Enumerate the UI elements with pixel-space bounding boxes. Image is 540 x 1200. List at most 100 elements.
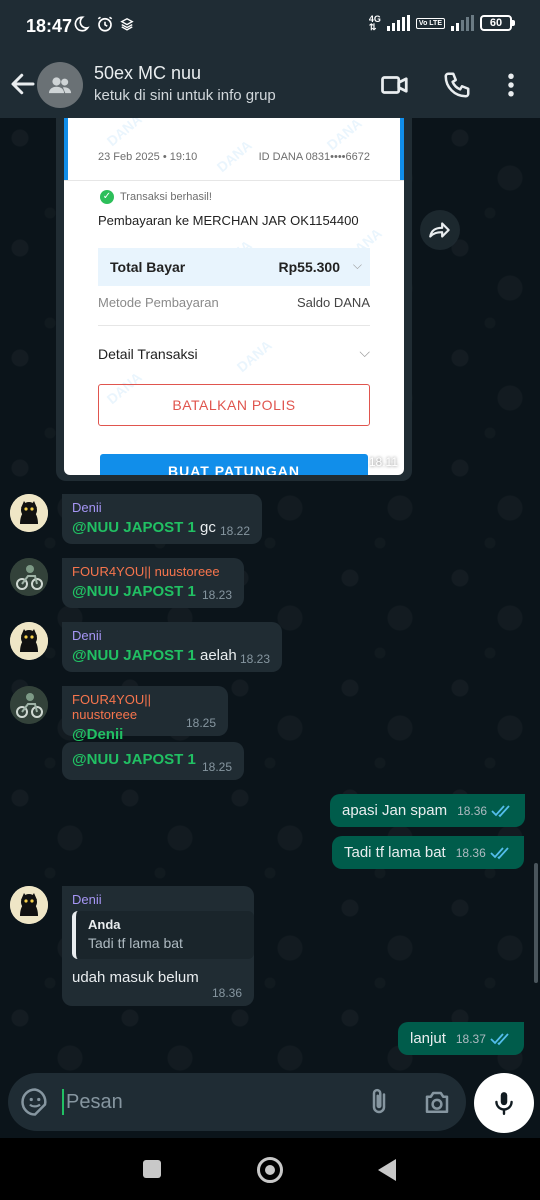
group-avatar[interactable] <box>37 62 83 108</box>
avatar-four4you[interactable] <box>10 686 48 724</box>
outgoing-message[interactable]: Tadi tf lama bat 18.36 <box>332 836 524 869</box>
total-label: Total Bayar <box>110 259 186 275</box>
cancel-policy-button: BATALKAN POLIS <box>98 384 370 426</box>
forward-button[interactable] <box>420 210 460 250</box>
read-ticks-icon <box>491 805 510 818</box>
avatar-denii[interactable] <box>10 494 48 532</box>
message-text: udah masuk belum <box>72 969 199 986</box>
status-text: Transaksi berhasil! <box>120 191 212 203</box>
message-text: lanjut <box>410 1030 446 1047</box>
message-bubble[interactable]: Denii @NUU JAPOST 1 aelah 18.23 <box>62 622 282 672</box>
outgoing-message[interactable]: lanjut 18.37 <box>398 1022 524 1055</box>
forward-icon <box>429 222 450 238</box>
battery-icon: 60 <box>480 15 515 31</box>
scrollbar[interactable] <box>534 863 538 983</box>
chevron-down-icon: ⌵ <box>359 344 370 360</box>
divider <box>64 180 404 181</box>
whatsapp-chat-screen: 18:47 4G ⇅ Vo LTE 60 50ex MC nuu ketuk di… <box>0 0 540 1200</box>
message-text: apasi Jan spam <box>342 802 448 819</box>
sender-name[interactable]: Denii <box>72 628 272 643</box>
signal-icon <box>386 15 410 31</box>
avatar-four4you[interactable] <box>10 558 48 596</box>
sticker-icon[interactable] <box>20 1087 50 1117</box>
message-time: 18.25 <box>185 716 216 730</box>
receipt-payment-to: Pembayaran ke MERCHAN JAR OK1154400 <box>98 213 359 228</box>
more-options-icon[interactable] <box>496 70 526 100</box>
total-value: Rp55.300 <box>278 259 340 275</box>
mention[interactable]: @NUU JAPOST 1 <box>72 647 196 664</box>
motorbike-avatar-icon <box>10 558 48 596</box>
quoted-text: Tadi tf lama bat <box>88 935 183 951</box>
attach-icon[interactable] <box>364 1087 394 1117</box>
alarm-icon <box>97 16 113 32</box>
avatar-denii[interactable] <box>10 886 48 924</box>
method-label: Metode Pembayaran <box>98 295 219 310</box>
status-right-icons: 4G ⇅ Vo LTE 60 <box>368 14 515 32</box>
group-name[interactable]: 50ex MC nuu <box>94 63 201 84</box>
mention[interactable]: @NUU JAPOST 1 <box>72 751 196 768</box>
receipt-dana-id: ID DANA 0831••••6672 <box>258 151 370 163</box>
avatar-denii[interactable] <box>10 622 48 660</box>
message-list[interactable]: DANA DANA DANA DANA DANA DANA DANA 23 Fe… <box>0 118 540 1080</box>
cat-avatar-icon <box>10 494 48 532</box>
network-type: 4G ⇅ <box>368 14 381 32</box>
sender-name[interactable]: FOUR4YOU|| nuustoreee <box>72 564 234 579</box>
status-bar: 18:47 4G ⇅ Vo LTE 60 <box>0 0 540 52</box>
back-arrow-icon[interactable] <box>8 69 38 99</box>
quoted-message[interactable]: Anda Tadi tf lama bat <box>72 911 254 959</box>
message-time: 18.25 <box>201 760 232 774</box>
message-bubble[interactable]: @NUU JAPOST 1 18.25 <box>62 742 244 780</box>
message-text: Tadi tf lama bat <box>344 844 446 861</box>
message-time: 18.36 <box>455 846 486 860</box>
voice-call-icon[interactable] <box>442 70 472 100</box>
message-time: 18.23 <box>201 588 232 602</box>
message-time: 18.11 <box>368 455 398 469</box>
status-time: 18:47 <box>26 16 73 36</box>
message-input[interactable]: Pesan <box>62 1089 123 1115</box>
read-ticks-icon <box>490 1033 509 1046</box>
motorbike-avatar-icon <box>10 686 48 724</box>
message-time: 18.36 <box>211 986 242 1000</box>
moon-icon <box>74 16 90 32</box>
system-back-button[interactable] <box>378 1159 396 1181</box>
voice-record-button[interactable] <box>474 1073 534 1133</box>
status-left-icons <box>72 15 134 33</box>
receipt-screenshot[interactable]: DANA DANA DANA DANA DANA DANA DANA 23 Fe… <box>64 118 404 475</box>
group-icon <box>48 77 72 94</box>
sender-name[interactable]: Denii <box>72 892 244 907</box>
divider <box>98 325 370 326</box>
camera-icon[interactable] <box>422 1088 452 1118</box>
message-bubble[interactable]: Denii Anda Tadi tf lama bat udah masuk b… <box>62 886 254 1006</box>
outgoing-message[interactable]: apasi Jan spam 18.36 <box>330 794 526 827</box>
quoted-sender: Anda <box>88 917 121 932</box>
message-bubble[interactable]: Denii @NUU JAPOST 1 gc 18.22 <box>62 494 262 544</box>
home-button[interactable] <box>257 1157 283 1183</box>
image-message[interactable]: DANA DANA DANA DANA DANA DANA DANA 23 Fe… <box>56 118 412 481</box>
volte-badge: Vo LTE <box>415 17 445 29</box>
message-bubble[interactable]: FOUR4YOU|| nuustoreee @NUU JAPOST 1 18.2… <box>62 558 244 608</box>
mention[interactable]: @NUU JAPOST 1 <box>72 583 196 600</box>
cat-avatar-icon <box>10 886 48 924</box>
signal-2-icon <box>451 15 474 31</box>
create-patungan-button: BUAT PATUNGAN <box>100 454 368 475</box>
message-time: 18.23 <box>239 652 270 666</box>
receipt-total-row: Total Bayar Rp55.300 ⌵ <box>98 248 370 286</box>
video-call-icon[interactable] <box>380 70 410 100</box>
watermark-text: DANA <box>233 336 275 376</box>
composer: Pesan <box>0 1066 540 1138</box>
chat-header[interactable]: 50ex MC nuu ketuk di sini untuk info gru… <box>0 52 540 118</box>
receipt-status: ✓ Transaksi berhasil! <box>100 190 212 204</box>
sender-name[interactable]: Denii <box>72 500 252 515</box>
message-time: 18.37 <box>455 1032 486 1046</box>
recent-apps-button[interactable] <box>143 1160 161 1178</box>
group-info-hint[interactable]: ketuk di sini untuk info grup <box>94 87 276 104</box>
message-bubble[interactable]: FOUR4YOU|| nuustoreee @Denii 18.25 <box>62 686 228 743</box>
message-input-container[interactable]: Pesan <box>8 1073 466 1131</box>
check-circle-icon: ✓ <box>100 190 114 204</box>
data-saver-icon <box>120 17 134 31</box>
system-navigation-bar <box>0 1138 540 1200</box>
mention[interactable]: @NUU JAPOST 1 <box>72 519 196 536</box>
message-time: 18.22 <box>219 524 250 538</box>
microphone-icon <box>495 1092 513 1116</box>
mention[interactable]: @Denii <box>72 726 123 743</box>
